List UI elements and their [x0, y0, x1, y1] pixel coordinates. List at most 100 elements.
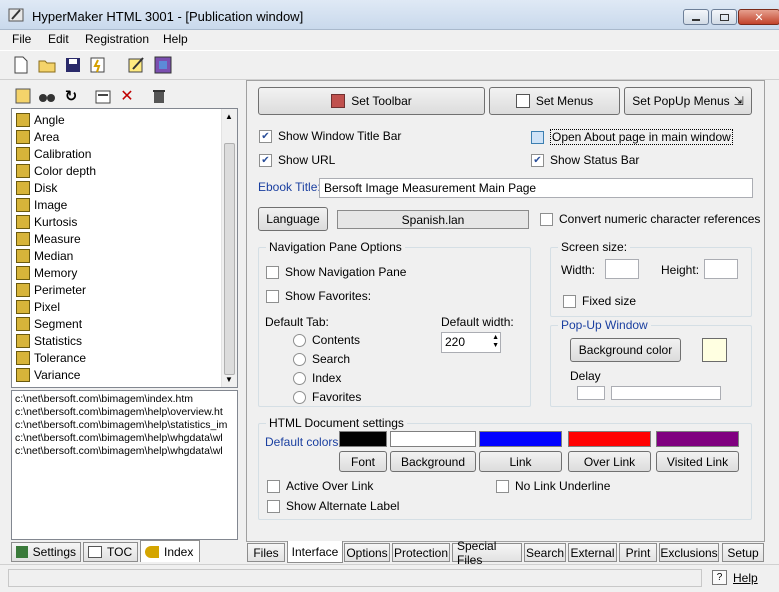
delay-input[interactable]	[577, 386, 605, 400]
convert-numeric-option[interactable]: Convert numeric character references	[540, 212, 760, 226]
radio-button[interactable]	[293, 371, 306, 385]
tab-setup[interactable]: Setup	[722, 543, 764, 562]
default-tab-radio-contents[interactable]: Contents	[293, 333, 360, 347]
index-entry[interactable]: Memory	[16, 264, 77, 281]
link-color-button[interactable]: Link	[479, 451, 562, 472]
language-button[interactable]: Language	[258, 207, 328, 231]
set-toolbar-button[interactable]: Set Toolbar	[258, 87, 485, 115]
menu-help[interactable]: Help	[163, 32, 188, 46]
index-entry[interactable]: Image	[16, 196, 67, 213]
show-favorites-checkbox[interactable]	[266, 289, 279, 303]
color-swatch[interactable]	[390, 431, 476, 447]
open-button[interactable]	[36, 54, 58, 76]
scroll-up-icon[interactable]: ▲	[225, 112, 233, 121]
radio-button[interactable]	[293, 333, 306, 347]
show-url-option[interactable]: ✔ Show URL	[259, 153, 335, 167]
index-entry[interactable]: Tolerance	[16, 349, 86, 366]
tab-settings[interactable]: Settings	[11, 542, 81, 562]
index-entry[interactable]: Disk	[16, 179, 57, 196]
index-entry[interactable]: Area	[16, 128, 59, 145]
url-item[interactable]: c:\net\bersoft.com\bimagem\help\overview…	[15, 406, 223, 418]
url-item[interactable]: c:\net\bersoft.com\bimagem\index.htm	[15, 393, 193, 405]
menu-edit[interactable]: Edit	[48, 32, 69, 46]
url-item[interactable]: c:\net\bersoft.com\bimagem\help\whgdata\…	[15, 445, 223, 457]
show-title-bar-checkbox[interactable]: ✔	[259, 129, 272, 143]
delete-button[interactable]: ✕	[116, 85, 138, 107]
tab-index[interactable]: Index	[140, 540, 200, 562]
properties-button[interactable]	[92, 85, 114, 107]
index-list[interactable]: Angle Area Calibration Color depth Disk Image…	[11, 108, 238, 388]
find-button[interactable]	[36, 85, 58, 107]
tab-external[interactable]: External	[568, 543, 617, 562]
font-color-button[interactable]: Font	[339, 451, 387, 472]
tab-special-files[interactable]: Special Files	[452, 539, 522, 567]
color-swatch[interactable]	[568, 431, 651, 447]
set-popup-menus-button[interactable]: Set PopUp Menus ⇲	[624, 87, 752, 115]
color-swatch[interactable]	[656, 431, 739, 447]
background-color-button[interactable]: Background color	[570, 338, 681, 362]
tab-files[interactable]: Files	[247, 543, 285, 562]
no-link-underline-option[interactable]: No Link Underline	[496, 479, 610, 493]
default-tab-radio-favorites[interactable]: Favorites	[293, 390, 361, 404]
show-favorites-option[interactable]: Show Favorites:	[266, 289, 371, 303]
url-list[interactable]: c:\net\bersoft.com\bimagem\index.htm c:\n…	[11, 390, 238, 540]
show-nav-pane-checkbox[interactable]	[266, 265, 279, 279]
convert-numeric-checkbox[interactable]	[540, 212, 553, 226]
menu-file[interactable]: File	[12, 32, 31, 46]
index-entry[interactable]: Angle	[16, 111, 65, 128]
radio-button[interactable]	[293, 390, 306, 404]
visited-link-color-button[interactable]: Visited Link	[656, 451, 739, 472]
show-alt-label-checkbox[interactable]	[267, 499, 280, 513]
show-status-bar-checkbox[interactable]: ✔	[531, 153, 544, 167]
compile-button[interactable]	[88, 54, 110, 76]
tab-protection[interactable]: Protection	[392, 543, 450, 562]
refresh-button[interactable]: ↻	[60, 85, 82, 107]
default-tab-radio-search[interactable]: Search	[293, 352, 350, 366]
index-entry[interactable]: Calibration	[16, 145, 91, 162]
close-button[interactable]: ✕	[738, 9, 779, 25]
index-entry[interactable]: Kurtosis	[16, 213, 77, 230]
help-button[interactable]: ? Help	[712, 570, 758, 585]
index-entry[interactable]: Measure	[16, 230, 81, 247]
minimize-button[interactable]	[683, 9, 709, 25]
default-tab-radio-index[interactable]: Index	[293, 371, 341, 385]
index-entry[interactable]: Median	[16, 247, 73, 264]
show-alt-label-option[interactable]: Show Alternate Label	[267, 499, 399, 513]
no-link-underline-checkbox[interactable]	[496, 479, 509, 493]
list-scrollbar[interactable]: ▲ ▼	[221, 109, 237, 387]
set-menus-button[interactable]: Set Menus	[489, 87, 620, 115]
index-entry[interactable]: Statistics	[16, 332, 82, 349]
index-entry[interactable]: Segment	[16, 315, 82, 332]
active-over-link-option[interactable]: Active Over Link	[267, 479, 373, 493]
background-color-button[interactable]: Background	[390, 451, 476, 472]
url-item[interactable]: c:\net\bersoft.com\bimagem\help\whgdata\…	[15, 432, 223, 444]
maximize-button[interactable]	[711, 9, 737, 25]
spin-arrows-icon[interactable]: ▲ ▼	[492, 334, 499, 350]
popup-color-swatch[interactable]	[702, 338, 727, 362]
show-status-bar-option[interactable]: ✔ Show Status Bar	[531, 153, 639, 167]
preview-button[interactable]	[152, 54, 174, 76]
fixed-size-option[interactable]: Fixed size	[563, 294, 636, 308]
color-swatch[interactable]	[479, 431, 562, 447]
show-nav-pane-option[interactable]: Show Navigation Pane	[266, 265, 406, 279]
over-link-color-button[interactable]: Over Link	[568, 451, 651, 472]
show-url-checkbox[interactable]: ✔	[259, 153, 272, 167]
fixed-size-checkbox[interactable]	[563, 294, 576, 308]
trash-button[interactable]	[148, 85, 170, 107]
tab-options[interactable]: Options	[344, 543, 390, 562]
default-width-input[interactable]: 220 ▲ ▼	[441, 332, 501, 353]
color-swatch[interactable]	[339, 431, 387, 447]
active-over-link-checkbox[interactable]	[267, 479, 280, 493]
new-file-button[interactable]	[10, 54, 32, 76]
show-title-bar-option[interactable]: ✔ Show Window Title Bar	[259, 129, 401, 143]
add-topic-button[interactable]	[12, 85, 34, 107]
index-entry[interactable]: Pixel	[16, 298, 60, 315]
screen-height-input[interactable]	[704, 259, 738, 279]
save-button[interactable]	[62, 54, 84, 76]
scroll-down-icon[interactable]: ▼	[225, 375, 233, 384]
delay-slider-field[interactable]	[611, 386, 721, 400]
edit-button[interactable]	[126, 54, 148, 76]
tab-exclusions[interactable]: Exclusions	[659, 543, 719, 562]
index-entry[interactable]: Variance	[16, 366, 80, 383]
screen-width-input[interactable]	[605, 259, 639, 279]
